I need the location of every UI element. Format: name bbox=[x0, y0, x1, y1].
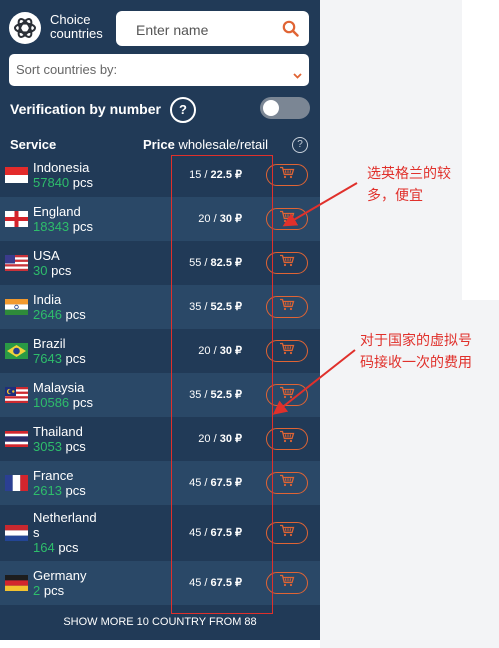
annotation-note-1-line2: 多，便宜 bbox=[367, 188, 423, 204]
annotation-arrows bbox=[272, 182, 358, 415]
annotation-arrow-1 bbox=[282, 182, 358, 227]
annotation-note-1-line1: 选英格兰的较 bbox=[367, 166, 451, 182]
annotation-note-2: 对于国家的虚拟号 码接收一次的费用 bbox=[360, 330, 472, 374]
annotation-note-2-line1: 对于国家的虚拟号 bbox=[360, 333, 472, 349]
annotation-arrow-2 bbox=[272, 349, 356, 415]
annotation-note-1: 选英格兰的较 多，便宜 bbox=[367, 163, 451, 207]
annotation-note-2-line2: 码接收一次的费用 bbox=[360, 355, 472, 371]
